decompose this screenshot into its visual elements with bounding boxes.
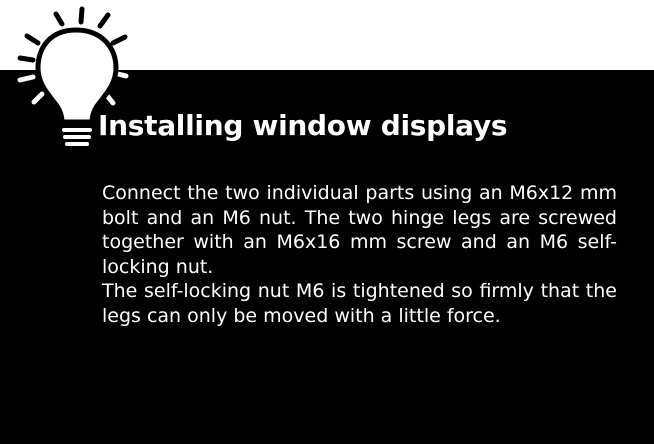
paragraph-1: Connect the two individual parts using a… [102, 182, 617, 278]
paragraph-2: The self-locking nut M6 is tightened so … [102, 280, 617, 327]
heading: Installing window displays [98, 109, 508, 142]
body-text: Connect the two individual parts using a… [102, 181, 617, 328]
lightbulb-idea-icon [17, 6, 129, 146]
